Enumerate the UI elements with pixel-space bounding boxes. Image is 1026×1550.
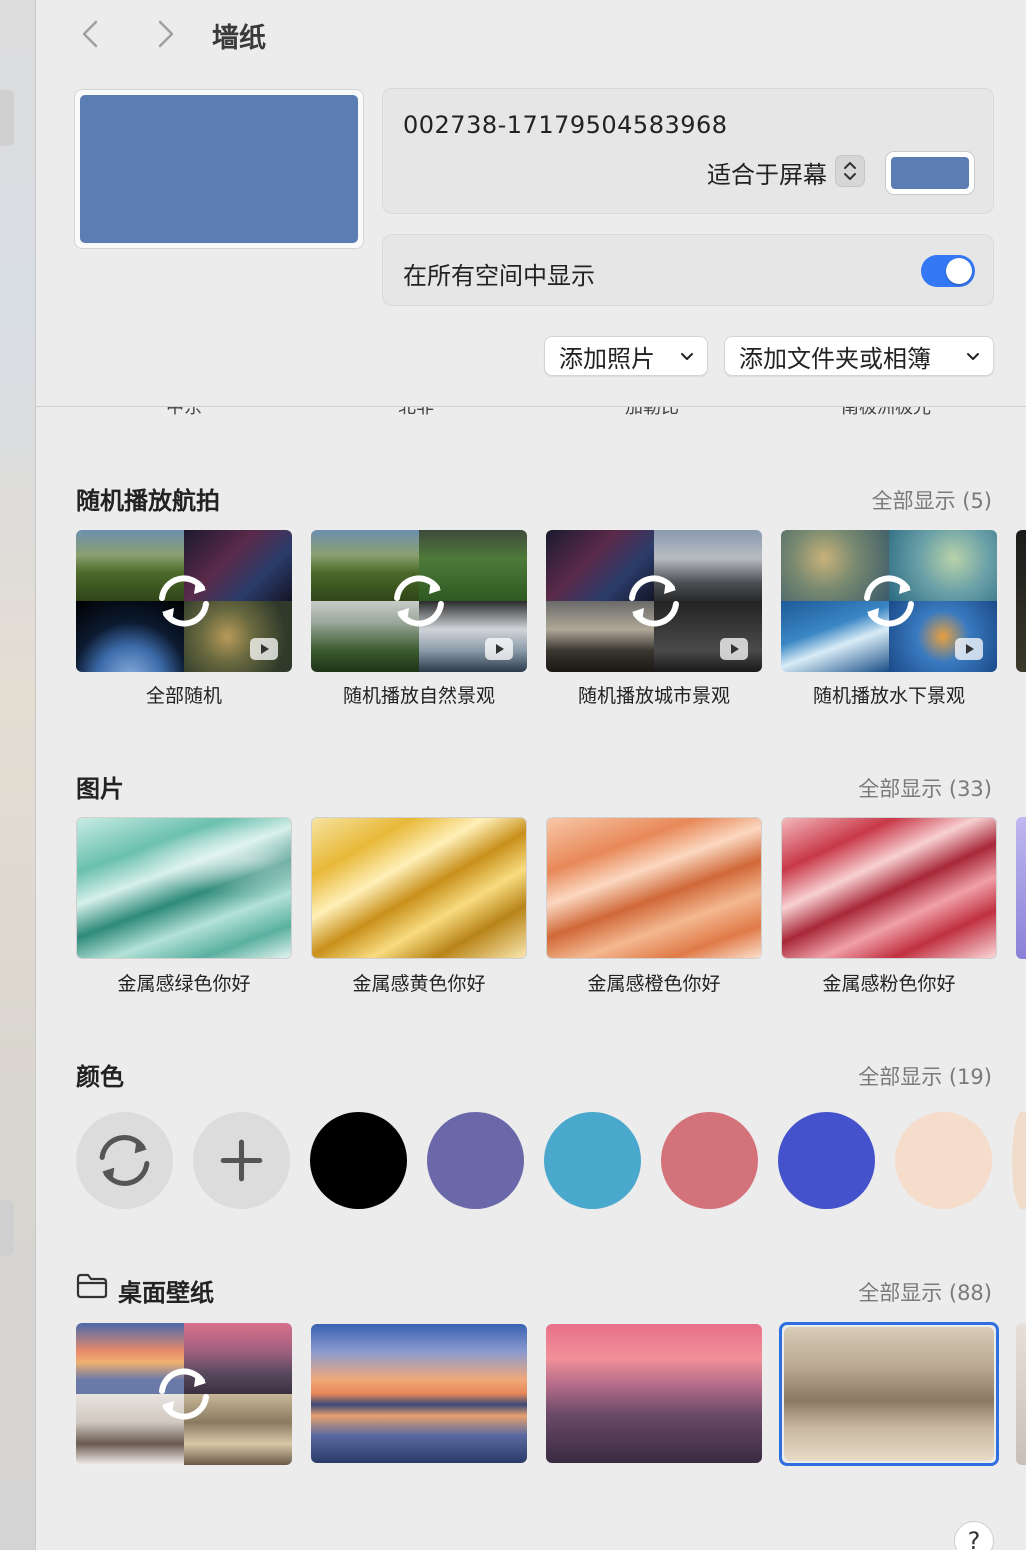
wallpaper-name: 002738-17179504583968 bbox=[403, 111, 728, 139]
section-title-desktop: 桌面壁纸 bbox=[118, 1279, 214, 1307]
desktop-wallpaper-city-sunset[interactable] bbox=[546, 1324, 762, 1463]
section-title-colors: 颜色 bbox=[76, 1063, 124, 1091]
picture-tile-orange[interactable] bbox=[546, 817, 762, 959]
add-folder-label: 添加文件夹或相簿 bbox=[739, 344, 931, 373]
desktop-shuffle-tile[interactable] bbox=[76, 1323, 292, 1465]
chevron-down-icon bbox=[967, 353, 979, 360]
shuffle-icon bbox=[629, 575, 679, 627]
cut-label: 南极洲极光 bbox=[841, 407, 931, 418]
color-shuffle-button[interactable] bbox=[76, 1112, 173, 1209]
video-badge-icon bbox=[720, 638, 748, 660]
shuffle-icon bbox=[159, 1368, 209, 1420]
show-all-aerials-link[interactable]: 全部显示 (5) bbox=[872, 485, 992, 515]
cut-label: 中东 bbox=[166, 407, 202, 418]
tile-label: 金属感橙色你好 bbox=[587, 973, 721, 995]
section-title-pictures: 图片 bbox=[76, 775, 124, 803]
cut-label: 加勒比 bbox=[625, 407, 679, 418]
aerial-shuffle-underwater-tile[interactable] bbox=[781, 530, 997, 672]
shuffle-icon bbox=[99, 1135, 150, 1186]
wallpaper-info-card: 002738-17179504583968 适合于屏幕 bbox=[382, 88, 994, 214]
wallpaper-preview bbox=[74, 89, 364, 249]
picture-tile-pink[interactable] bbox=[781, 817, 997, 959]
color-swatch-blue[interactable] bbox=[778, 1112, 875, 1209]
desktop-wallpaper-lake-sunset[interactable] bbox=[311, 1324, 527, 1463]
up-down-chevron-icon bbox=[844, 162, 856, 180]
shuffle-icon bbox=[159, 575, 209, 627]
color-swatch-rose[interactable] bbox=[661, 1112, 758, 1209]
wallpaper-scroll-area[interactable]: 中东 北非 加勒比 南极洲极光 随机播放航拍 全部显示 (5) 全部随机 随机播… bbox=[36, 407, 1026, 1550]
video-badge-icon bbox=[250, 638, 278, 660]
cut-off-row: 中东 北非 加勒比 南极洲极光 bbox=[36, 407, 1026, 418]
video-badge-icon bbox=[955, 638, 983, 660]
page-title: 墙纸 bbox=[212, 23, 266, 54]
show-all-pictures-link[interactable]: 全部显示 (33) bbox=[858, 773, 992, 803]
plus-icon bbox=[220, 1139, 263, 1182]
shuffle-icon bbox=[394, 575, 444, 627]
show-all-colors-link[interactable]: 全部显示 (19) bbox=[858, 1061, 992, 1091]
preview-swatch bbox=[80, 95, 358, 243]
color-well-swatch bbox=[891, 157, 969, 189]
selected-wallpaper-frame bbox=[779, 1322, 999, 1466]
shuffle-icon bbox=[864, 575, 914, 627]
spaces-card: 在所有空间中显示 bbox=[382, 234, 994, 306]
aerial-tile-partial[interactable] bbox=[1016, 530, 1026, 672]
sidebar-item[interactable] bbox=[0, 90, 14, 146]
show-all-desktop-link[interactable]: 全部显示 (88) bbox=[858, 1277, 992, 1307]
color-swatch-black[interactable] bbox=[310, 1112, 407, 1209]
color-swatch-peach[interactable] bbox=[895, 1112, 992, 1209]
add-photo-label: 添加照片 bbox=[559, 344, 655, 373]
color-swatch-purple[interactable] bbox=[427, 1112, 524, 1209]
aerial-shuffle-city-tile[interactable] bbox=[546, 530, 762, 672]
chevron-left-icon[interactable] bbox=[76, 18, 108, 50]
tile-label: 随机播放城市景观 bbox=[577, 685, 730, 707]
chevron-down-icon bbox=[681, 353, 693, 360]
main-pane: 墙纸 002738-17179504583968 适合于屏幕 在所有空间中显示 … bbox=[36, 0, 1026, 1550]
toolbar: 墙纸 bbox=[36, 0, 1026, 72]
video-badge-icon bbox=[485, 638, 513, 660]
fit-mode-popup[interactable]: 适合于屏幕 bbox=[707, 155, 827, 190]
add-color-button[interactable] bbox=[193, 1112, 290, 1209]
picture-tile-partial[interactable] bbox=[1016, 817, 1026, 959]
section-title-aerials: 随机播放航拍 bbox=[76, 487, 220, 515]
add-photo-button[interactable]: 添加照片 bbox=[544, 336, 708, 376]
aerial-shuffle-all-tile[interactable] bbox=[76, 530, 292, 672]
cut-label: 北非 bbox=[398, 407, 434, 418]
folder-icon bbox=[76, 1273, 108, 1299]
show-all-spaces-toggle[interactable] bbox=[921, 255, 975, 287]
tile-label: 金属感黄色你好 bbox=[352, 973, 486, 995]
help-button[interactable]: ? bbox=[954, 1521, 994, 1550]
color-swatch-partial[interactable] bbox=[1012, 1112, 1026, 1209]
aerial-shuffle-nature-tile[interactable] bbox=[311, 530, 527, 672]
sidebar-item[interactable] bbox=[0, 1200, 14, 1256]
sidebar bbox=[0, 0, 36, 1550]
add-folder-button[interactable]: 添加文件夹或相簿 bbox=[724, 336, 994, 376]
tile-label: 金属感粉色你好 bbox=[822, 973, 956, 995]
show-all-spaces-label: 在所有空间中显示 bbox=[403, 262, 595, 290]
tile-label: 随机播放水下景观 bbox=[812, 685, 965, 707]
color-well[interactable] bbox=[885, 151, 975, 195]
desktop-tile-partial[interactable] bbox=[1016, 1323, 1026, 1465]
tile-label: 全部随机 bbox=[145, 685, 222, 707]
tile-label: 随机播放自然景观 bbox=[342, 685, 495, 707]
tile-label: 金属感绿色你好 bbox=[117, 973, 251, 995]
fit-mode-stepper[interactable] bbox=[835, 155, 865, 187]
chevron-right-icon[interactable] bbox=[148, 18, 180, 50]
color-swatch-teal[interactable] bbox=[544, 1112, 641, 1209]
picture-tile-green[interactable] bbox=[76, 817, 292, 959]
picture-tile-yellow[interactable] bbox=[311, 817, 527, 959]
